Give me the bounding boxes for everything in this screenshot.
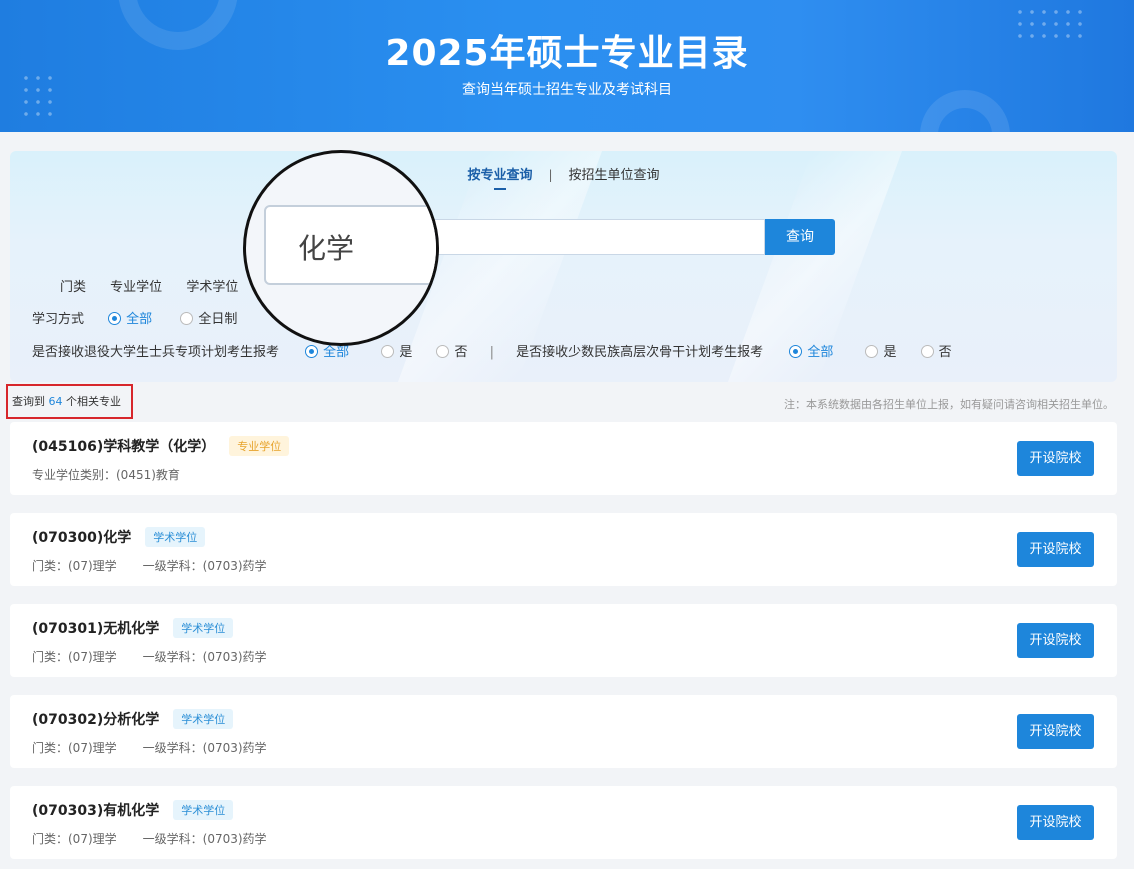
major-card: (070300)化学 学术学位门类：(07)理学 一级学科：(0703)药学 开设院校 [10, 513, 1117, 586]
major-card: (070302)分析化学 学术学位门类：(07)理学 一级学科：(0703)药学 开设… [10, 695, 1117, 768]
major-name-text: (070300)化学 [32, 530, 132, 546]
major-meta-item: 一级学科：(0703)药学 [142, 832, 267, 846]
radio-icon[interactable] [381, 345, 395, 358]
search-button[interactable]: 查询 [765, 219, 835, 255]
study-mode-option-all[interactable]: 全部 [108, 308, 152, 327]
major-meta-item: 专业学位类别：(0451)教育 [32, 468, 180, 482]
study-mode-option-fulltime[interactable]: 全日制 [180, 308, 237, 327]
major-meta: 门类：(07)理学 一级学科：(0703)药学 [32, 557, 267, 574]
degree-type-badge: 学术学位 [173, 800, 234, 820]
major-meta-item: 一级学科：(0703)药学 [142, 650, 267, 664]
filter-special-plan-row: 是否接收退役大学生士兵专项计划考生报考 全部 是 否 | 是否接收少数民族高层次… [32, 341, 952, 360]
search-panel: 按专业查询 | 按招生单位查询 查询 门类 专业学位 学术学位 学习方式 全部 全日… [10, 151, 1117, 382]
magnifier-callout: 化学 [243, 150, 439, 346]
veteran-option-yes[interactable]: 是 [381, 341, 412, 360]
minority-option-yes[interactable]: 是 [865, 341, 896, 360]
filter-separator: | [489, 345, 495, 360]
major-name-text: (070303)有机化学 [32, 803, 160, 819]
major-card: (070303)有机化学 学术学位门类：(07)理学 一级学科：(0703)药学 开设… [10, 786, 1117, 859]
result-count: 查询到 64 个相关专业 [6, 384, 133, 419]
option-label: 全部 [126, 312, 153, 327]
radio-icon[interactable] [436, 345, 450, 358]
major-name[interactable]: (070303)有机化学 学术学位 [32, 800, 234, 820]
major-meta-item: 门类：(07)理学 [32, 559, 117, 573]
radio-icon[interactable] [180, 312, 194, 325]
option-label: 全部 [323, 345, 350, 360]
filter-study-mode-label: 学习方式 [32, 312, 85, 327]
result-prefix: 查询到 [12, 395, 45, 408]
disclaimer-note: 注：本系统数据由各招生单位上报，如有疑问请咨询相关招生单位。 [784, 398, 1114, 411]
major-name[interactable]: (070301)无机化学 学术学位 [32, 618, 234, 638]
result-number: 64 [48, 395, 63, 408]
major-meta-item: 门类：(07)理学 [32, 741, 117, 755]
tab-separator: | [548, 168, 553, 182]
open-institutions-button[interactable]: 开设院校 [1017, 441, 1094, 476]
major-meta-item: 一级学科：(0703)药学 [142, 741, 267, 755]
major-meta-item: 一级学科：(0703)药学 [142, 559, 267, 573]
major-meta: 门类：(07)理学 一级学科：(0703)药学 [32, 830, 267, 847]
filter-category-row: 门类 专业学位 学术学位 [60, 276, 238, 295]
page-title: 2025年硕士专业目录 [385, 33, 749, 74]
major-name[interactable]: (045106)学科教学（化学） 专业学位 [32, 436, 290, 456]
veteran-option-no[interactable]: 否 [436, 341, 467, 360]
major-name-text: (070301)无机化学 [32, 621, 160, 637]
minority-option-no[interactable]: 否 [920, 341, 952, 360]
radio-icon[interactable] [865, 345, 879, 358]
major-meta: 门类：(07)理学 一级学科：(0703)药学 [32, 648, 267, 665]
tab-by-major[interactable]: 按专业查询 [467, 164, 532, 190]
major-card: (045106)学科教学（化学） 专业学位专业学位类别：(0451)教育 开设院校 [10, 422, 1117, 495]
major-name[interactable]: (070300)化学 学术学位 [32, 527, 206, 547]
radio-selected-icon[interactable] [305, 345, 319, 358]
major-name-text: (045106)学科教学（化学） [32, 439, 216, 455]
page-subtitle: 查询当年硕士招生专业及考试科目 [462, 82, 672, 98]
degree-type-badge: 学术学位 [173, 618, 234, 638]
category-option-academic[interactable]: 学术学位 [186, 280, 238, 295]
option-label: 否 [938, 345, 952, 360]
major-card: (070301)无机化学 学术学位门类：(07)理学 一级学科：(0703)药学 开设… [10, 604, 1117, 677]
filter-category-label: 门类 [60, 280, 87, 295]
category-option-professional[interactable]: 专业学位 [110, 280, 162, 295]
option-label: 是 [399, 345, 413, 360]
open-institutions-button[interactable]: 开设院校 [1017, 805, 1094, 840]
open-institutions-button[interactable]: 开设院校 [1017, 714, 1094, 749]
minority-option-all[interactable]: 全部 [789, 341, 833, 360]
header-banner: 2025年硕士专业目录 查询当年硕士招生专业及考试科目 [0, 0, 1134, 132]
option-label: 全日制 [198, 312, 238, 327]
degree-type-badge: 学术学位 [173, 709, 234, 729]
option-label: 是 [883, 345, 897, 360]
degree-type-badge: 学术学位 [145, 527, 206, 547]
option-label: 否 [454, 345, 468, 360]
open-institutions-button[interactable]: 开设院校 [1017, 532, 1094, 567]
major-meta: 专业学位类别：(0451)教育 [32, 466, 180, 483]
filter-minority-label: 是否接收少数民族高层次骨干计划考生报考 [516, 345, 764, 360]
filter-veteran-label: 是否接收退役大学生士兵专项计划考生报考 [32, 345, 280, 360]
filter-study-mode-row: 学习方式 全部 全日制 [32, 308, 237, 327]
degree-type-badge: 专业学位 [229, 436, 290, 456]
magnified-search-value: 化学 [298, 232, 355, 265]
search-tabs: 按专业查询 | 按招生单位查询 [10, 164, 1117, 190]
radio-selected-icon[interactable] [108, 312, 122, 325]
major-name-text: (070302)分析化学 [32, 712, 160, 728]
radio-icon[interactable] [920, 345, 934, 358]
major-name[interactable]: (070302)分析化学 学术学位 [32, 709, 234, 729]
major-meta: 门类：(07)理学 一级学科：(0703)药学 [32, 739, 267, 756]
open-institutions-button[interactable]: 开设院校 [1017, 623, 1094, 658]
major-meta-item: 门类：(07)理学 [32, 832, 117, 846]
major-meta-item: 门类：(07)理学 [32, 650, 117, 664]
option-label: 全部 [807, 345, 834, 360]
tab-by-institution[interactable]: 按招生单位查询 [569, 164, 660, 183]
radio-selected-icon[interactable] [789, 345, 803, 358]
result-suffix: 个相关专业 [66, 395, 121, 408]
